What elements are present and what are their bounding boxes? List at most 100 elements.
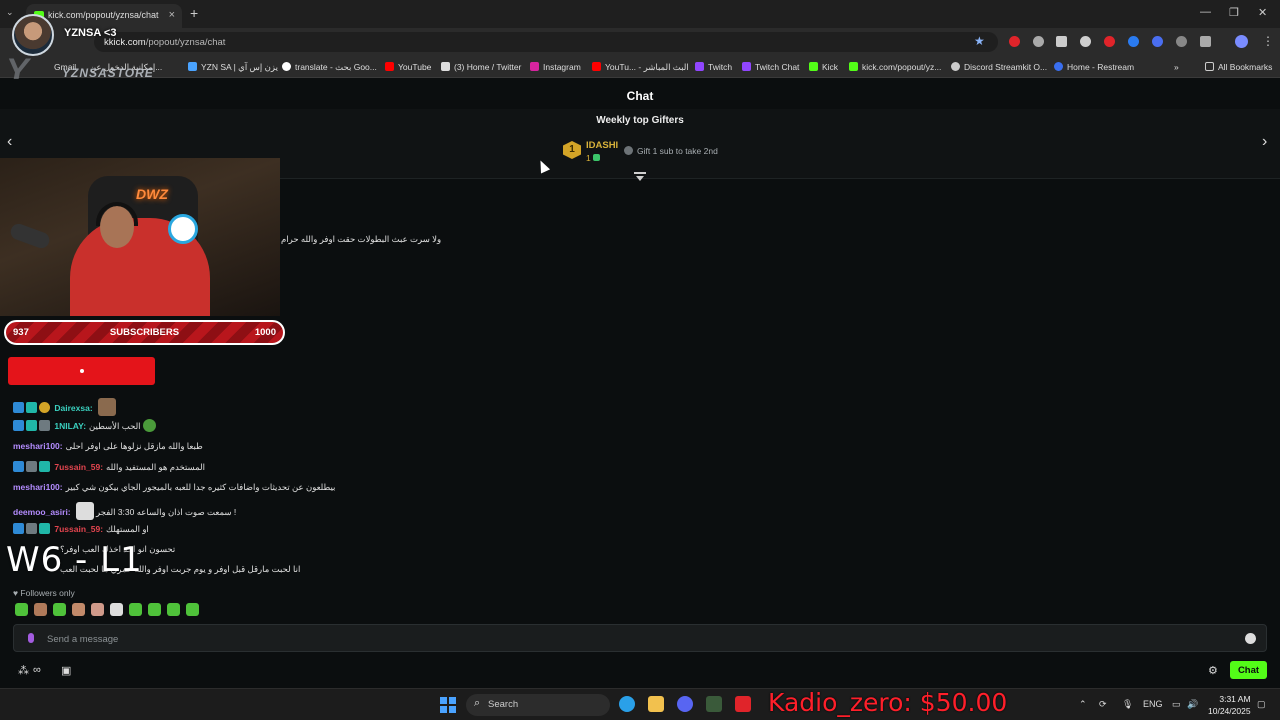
bookmark-star-icon[interactable]: ★: [974, 34, 985, 48]
extension-icon[interactable]: [1033, 36, 1044, 47]
volume-icon[interactable]: 🔊: [1187, 699, 1198, 710]
alert-banner: [8, 357, 155, 385]
chat-username[interactable]: 1NILAY:: [54, 421, 86, 431]
extensions-puzzle-icon[interactable]: [1200, 36, 1211, 47]
browser-tab-bar: ⌄ kick.com/popout/yznsa/chat × + — ❐ ✕: [0, 0, 1280, 28]
chat-username[interactable]: 7ussain_59:: [54, 462, 103, 472]
chat-settings-gear-icon[interactable]: ⚙: [1208, 664, 1218, 677]
profile-avatar-icon[interactable]: [1235, 35, 1248, 48]
bookmark-yznsa[interactable]: YZN SA | يزن إس آي: [188, 62, 278, 73]
vip-badge-icon: [26, 461, 37, 472]
streamer-avatar: [12, 14, 54, 56]
emote-icon[interactable]: [15, 603, 28, 616]
message-composer: [13, 624, 1267, 652]
clock-time: 3:31 AM: [1219, 694, 1251, 704]
tab-search-icon[interactable]: ⌄: [6, 7, 14, 18]
chat-username[interactable]: Dairexsa:: [54, 403, 92, 413]
taskbar-search[interactable]: Search: [466, 694, 610, 716]
windows-start-icon[interactable]: [440, 697, 456, 713]
extension-icon[interactable]: [1080, 36, 1091, 47]
chat-username[interactable]: deemoo_asiri:: [13, 507, 71, 517]
chat-message: 7ussain_59: او المستهلك: [13, 523, 149, 535]
extension-icon[interactable]: [1009, 36, 1020, 47]
send-chat-button[interactable]: Chat: [1230, 661, 1267, 679]
emote-icon[interactable]: [72, 603, 85, 616]
extension-icon[interactable]: [1128, 36, 1139, 47]
system-clock[interactable]: 3:31 AM 10/24/2025: [1208, 693, 1251, 717]
gift-icon[interactable]: ▣: [61, 664, 73, 677]
address-bar[interactable]: kkick.com/popout/yznsa/chat: [94, 32, 998, 52]
close-window-icon[interactable]: ✕: [1258, 6, 1267, 19]
more-bookmarks-icon[interactable]: »: [1174, 62, 1179, 72]
rank-badge: 1: [563, 141, 581, 159]
chat-username[interactable]: 7ussain_59:: [54, 524, 103, 534]
bookmark-kick-popout[interactable]: kick.com/popout/yz...: [849, 62, 941, 72]
notification-icon[interactable]: ▢: [1257, 699, 1266, 710]
emote-icon[interactable]: [129, 603, 142, 616]
discord-icon[interactable]: [677, 696, 693, 712]
bookmark-twitter[interactable]: (3) Home / Twitter: [441, 62, 521, 72]
extension-icon[interactable]: [1104, 36, 1115, 47]
tray-expand-icon[interactable]: ⌃: [1079, 699, 1087, 710]
microphone: [8, 221, 52, 251]
subscriber-badge-icon: [39, 523, 50, 534]
moderator-badge-icon: [13, 402, 24, 413]
xbox-icon[interactable]: [706, 696, 722, 712]
mic-tray-icon[interactable]: 🎙: [1122, 699, 1133, 710]
emote-icon[interactable]: [167, 603, 180, 616]
chevron-left-icon[interactable]: ‹: [7, 133, 12, 151]
emote-icon: [75, 502, 94, 520]
all-bookmarks[interactable]: All Bookmarks: [1205, 62, 1272, 72]
file-explorer-icon[interactable]: [648, 696, 664, 712]
sync-icon[interactable]: ⟳: [1099, 699, 1107, 710]
language-indicator[interactable]: ENG: [1143, 699, 1163, 709]
extension-icon[interactable]: [1176, 36, 1187, 47]
collapse-panel-icon[interactable]: [634, 172, 646, 181]
vip-badge-icon: [26, 523, 37, 534]
chat-message: deemoo_asiri: سمعت صوت اذان والساعه 3:30…: [13, 502, 236, 520]
edge-icon[interactable]: [619, 696, 635, 712]
store-watermark: YZNSASTORE: [62, 66, 154, 80]
bookmark-twitch[interactable]: Twitch: [695, 62, 732, 72]
chat-message: meshari100: بيطلعون عن تحديثات واضافات كث…: [13, 482, 336, 492]
clock-date: 10/24/2025: [1208, 706, 1251, 716]
network-icon[interactable]: ▭: [1172, 699, 1181, 710]
bookmark-youtube[interactable]: YouTube: [385, 62, 431, 72]
new-tab-icon[interactable]: +: [190, 5, 198, 21]
close-tab-icon[interactable]: ×: [169, 9, 175, 21]
bookmark-youtube-live[interactable]: YouTu... - البث المباشر: [592, 62, 689, 73]
bookmark-twitch-chat[interactable]: Twitch Chat: [742, 62, 799, 72]
emoji-picker-icon[interactable]: [1245, 633, 1256, 644]
extension-icon[interactable]: [1152, 36, 1163, 47]
browser-menu-icon[interactable]: ⋮: [1262, 34, 1274, 48]
chat-username[interactable]: meshari100:: [13, 441, 63, 451]
chat-username[interactable]: meshari100:: [13, 482, 63, 492]
bookmark-discord-streamkit[interactable]: Discord Streamkit O...: [951, 62, 1047, 72]
emote-icon[interactable]: [53, 603, 66, 616]
send-message-input[interactable]: [47, 631, 1227, 647]
points-icon[interactable]: ⁂: [18, 664, 30, 677]
restore-icon[interactable]: ❐: [1229, 6, 1239, 19]
extension-icon[interactable]: [1056, 36, 1067, 47]
infinity-icon[interactable]: ∞: [33, 664, 45, 676]
bookmark-kick[interactable]: Kick: [809, 62, 838, 72]
bookmark-instagram[interactable]: Instagram: [530, 62, 581, 72]
chat-message: 7ussain_59: المستخدم هو المستفيد والله: [13, 461, 205, 473]
emote-icon[interactable]: [34, 603, 47, 616]
emote-icon[interactable]: [186, 603, 199, 616]
gift-sub-cta[interactable]: Gift 1 sub to take 2nd: [624, 146, 718, 156]
app-icon[interactable]: [735, 696, 751, 712]
top-gifter-name[interactable]: IDASHI: [586, 140, 618, 151]
bookmark-restream[interactable]: Home - Restream: [1054, 62, 1134, 72]
bookmark-translate[interactable]: translate - بحث Goo...: [282, 62, 377, 73]
microphone-icon[interactable]: [28, 633, 34, 643]
overlay-logo-icon: [168, 214, 198, 244]
emote-icon[interactable]: [91, 603, 104, 616]
emote-icon: [142, 419, 156, 432]
emote-icon[interactable]: [148, 603, 161, 616]
chat-message: meshari100: طبعا والله مازقل نزلوها على ا…: [13, 441, 203, 451]
emote-icon[interactable]: [110, 603, 123, 616]
chevron-right-icon[interactable]: ›: [1262, 133, 1267, 151]
gift-icon: [593, 154, 601, 161]
minimize-icon[interactable]: —: [1200, 6, 1211, 18]
